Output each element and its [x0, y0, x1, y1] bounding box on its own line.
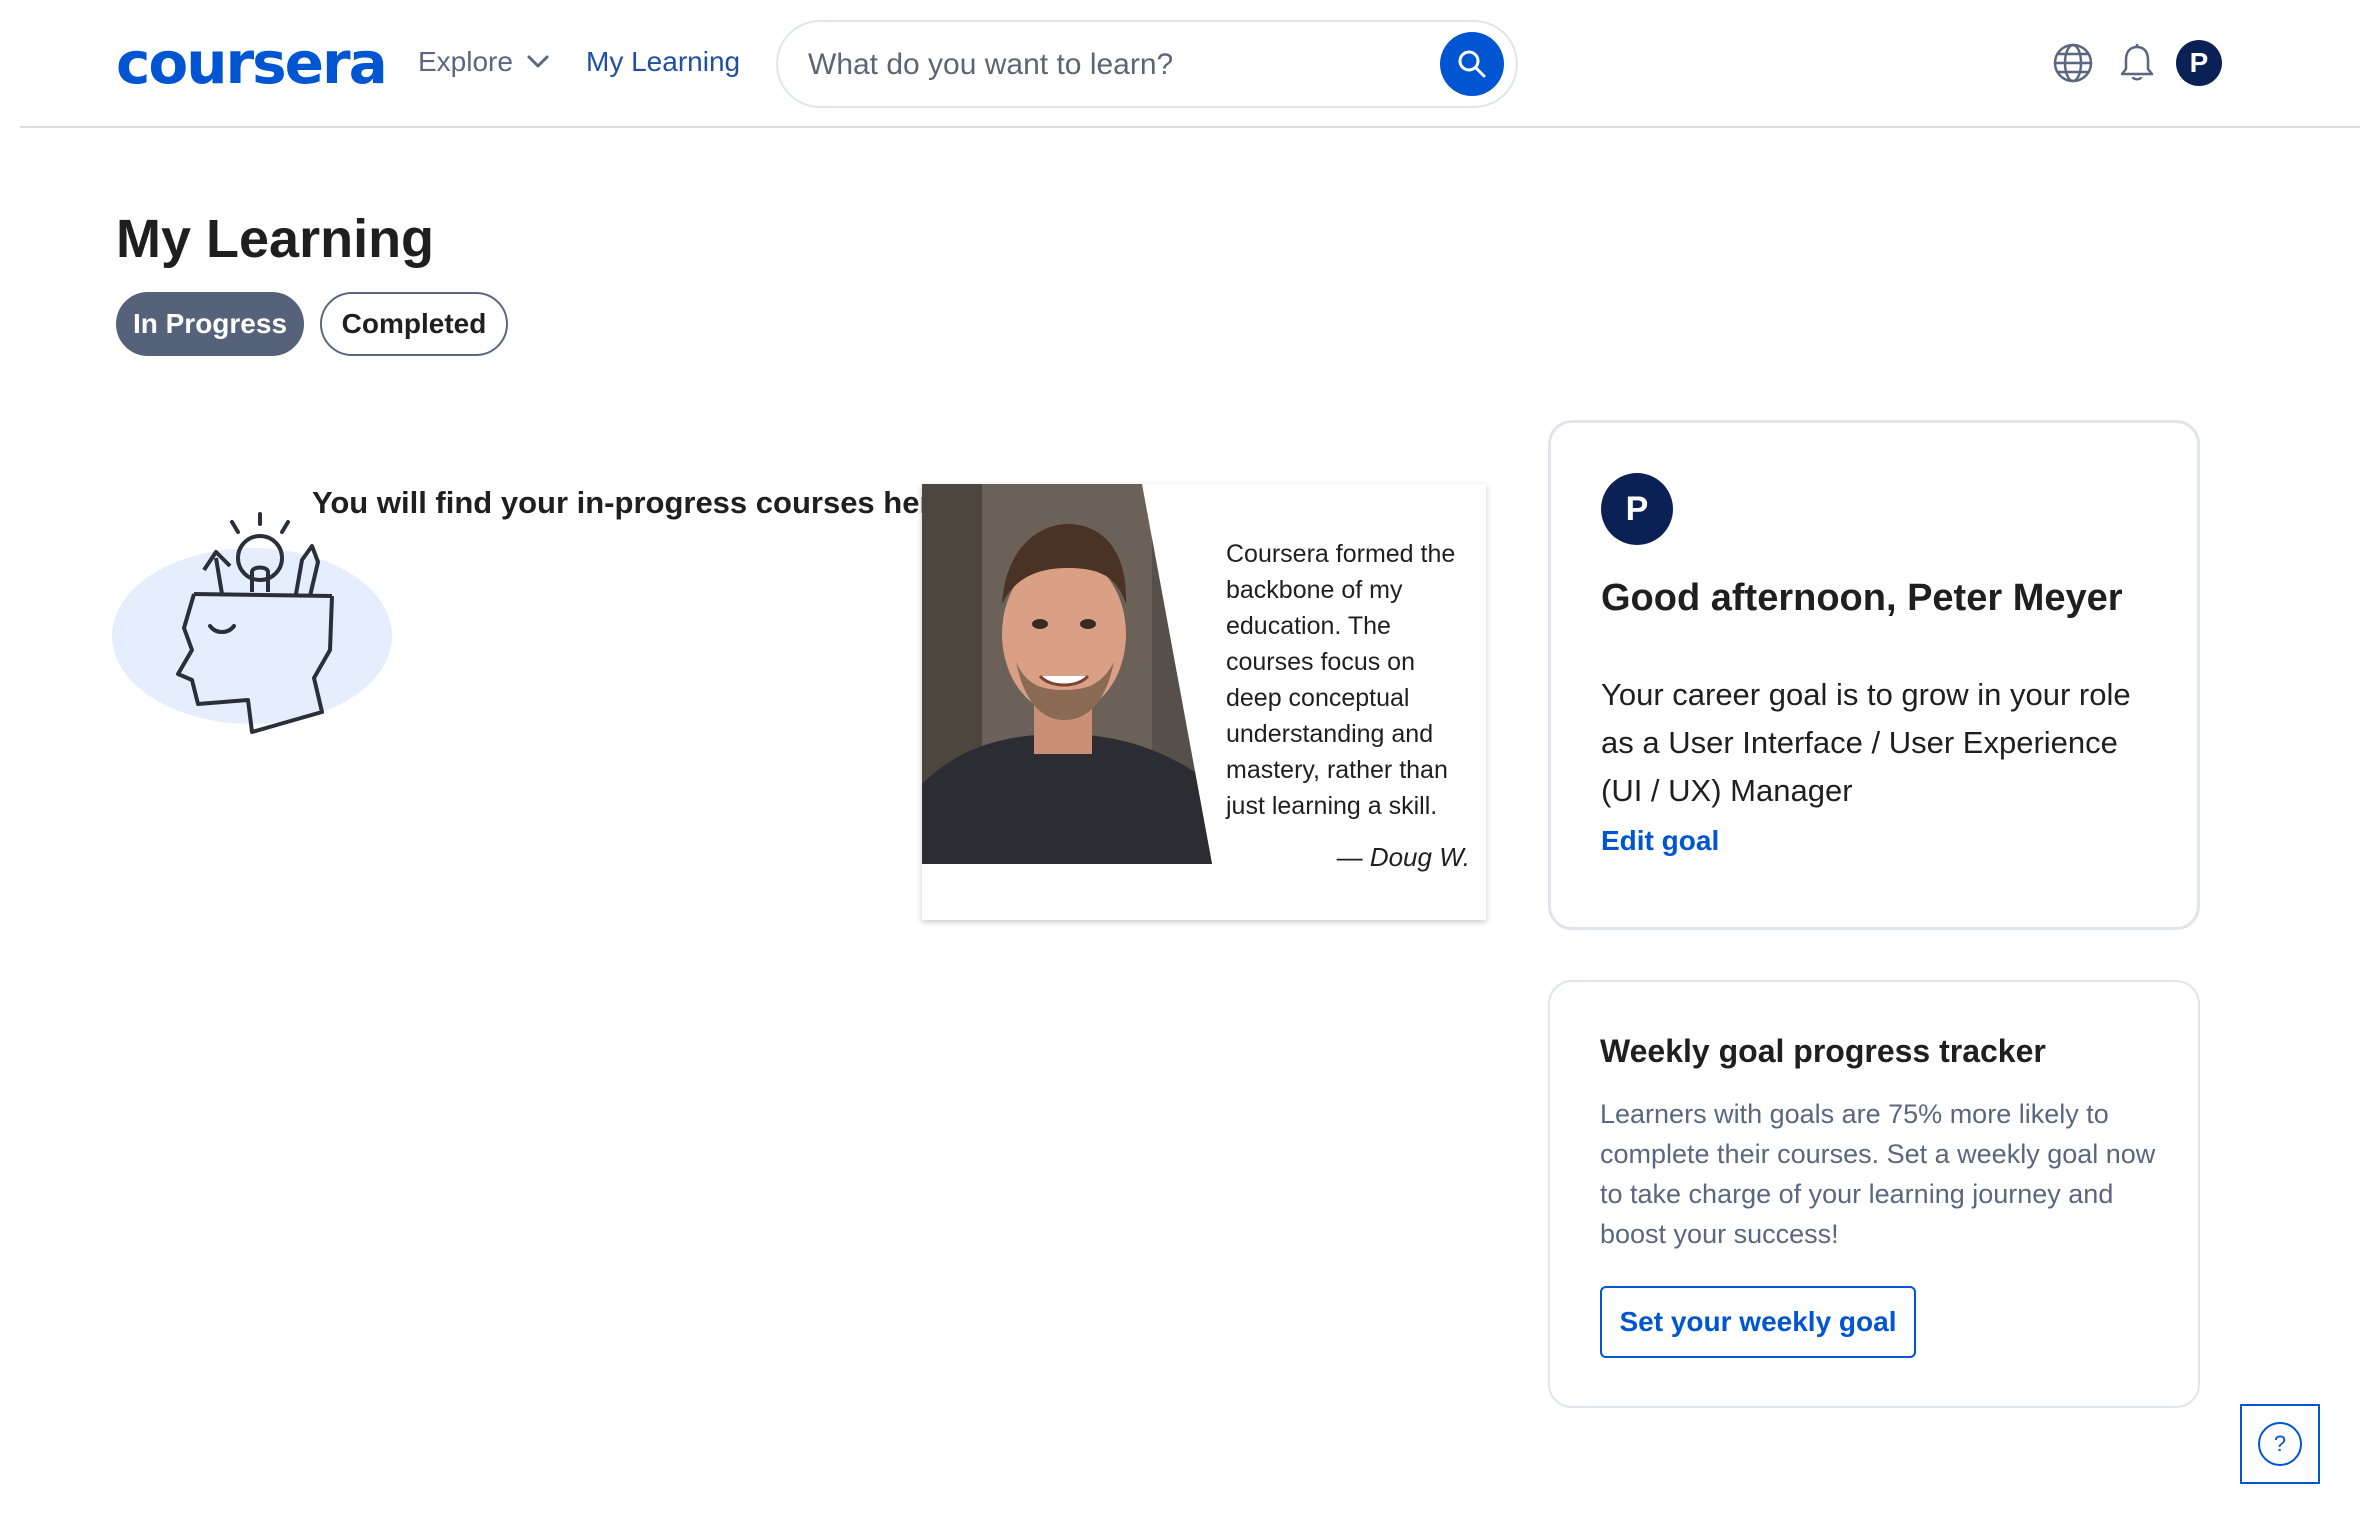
chevron-down-icon — [527, 55, 549, 68]
user-avatar[interactable]: P — [2176, 40, 2222, 86]
empty-state-message: You will find your in-progress courses h… — [312, 485, 958, 520]
search-bar — [776, 20, 1518, 108]
testimonial-author: — Doug W. — [1336, 842, 1470, 872]
edit-goal-link[interactable]: Edit goal — [1601, 825, 1719, 857]
tab-completed[interactable]: Completed — [320, 292, 508, 356]
testimonial-photo — [922, 484, 1212, 864]
my-learning-link[interactable]: My Learning — [586, 40, 740, 84]
page: coursera Explore My Learning What do you… — [0, 0, 2360, 1525]
profile-avatar: P — [1601, 473, 1673, 545]
top-header: coursera Explore My Learning What do you… — [20, 0, 2360, 128]
explore-label: Explore — [418, 46, 513, 77]
weekly-goal-card: Weekly goal progress tracker Learners wi… — [1548, 980, 2200, 1408]
set-weekly-goal-button[interactable]: Set your weekly goal — [1600, 1286, 1916, 1358]
help-icon: ? — [2258, 1422, 2302, 1466]
career-goal-text: Your career goal is to grow in your role… — [1601, 677, 2131, 808]
search-icon — [1458, 50, 1486, 78]
help-button[interactable]: ? — [2240, 1404, 2320, 1484]
bell-icon[interactable] — [2116, 42, 2158, 84]
globe-icon[interactable] — [2052, 42, 2094, 84]
coursera-logo[interactable]: coursera — [116, 28, 388, 98]
greeting-heading: Good afternoon, Peter Meyer — [1601, 577, 2123, 619]
weekly-goal-title: Weekly goal progress tracker — [1600, 1033, 2046, 1069]
weekly-goal-description: Learners with goals are 75% more likely … — [1600, 1099, 2156, 1249]
head-lightbulb-illustration — [112, 512, 392, 734]
page-title: My Learning — [116, 209, 435, 269]
career-goal-card: P Good afternoon, Peter Meyer Your caree… — [1548, 420, 2200, 930]
tab-in-progress[interactable]: In Progress — [116, 292, 304, 356]
search-button[interactable] — [1440, 32, 1504, 96]
testimonial-card: Coursera formed the backbone of my educa… — [922, 484, 1486, 920]
search-input[interactable] — [808, 42, 1408, 88]
explore-menu[interactable]: Explore — [418, 40, 549, 84]
testimonial-quote: Coursera formed the backbone of my educa… — [1226, 540, 1456, 820]
